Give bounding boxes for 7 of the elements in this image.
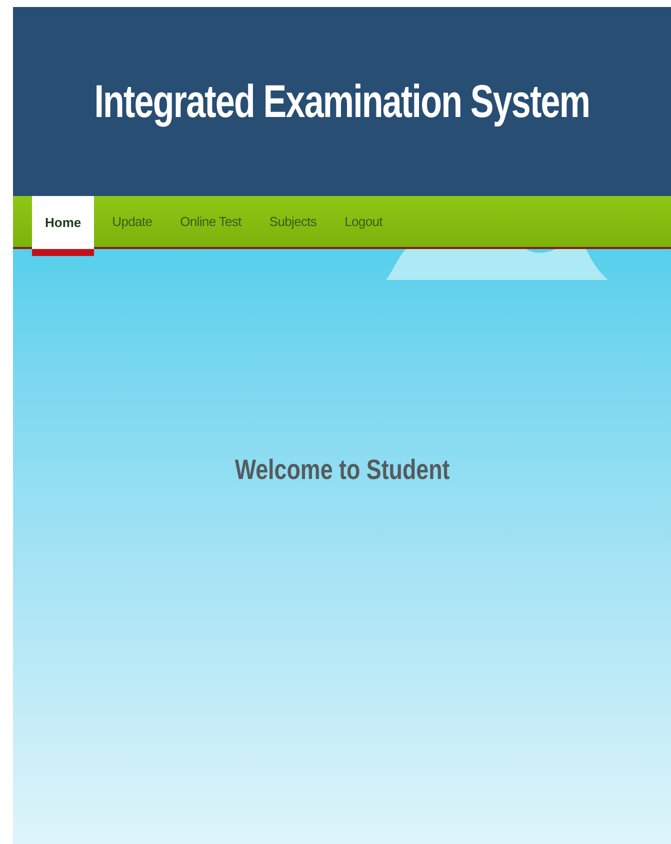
welcome-heading: Welcome to Student xyxy=(234,453,450,487)
nav-tab[interactable]: Online Test xyxy=(170,196,252,247)
nav-tab[interactable]: Logout xyxy=(334,196,392,247)
nav-tab[interactable]: Home xyxy=(32,196,94,256)
nav-tab[interactable]: Update xyxy=(102,196,162,247)
site-title: Integrated Examination System xyxy=(94,74,590,129)
nav-tab[interactable]: Subjects xyxy=(259,196,327,247)
